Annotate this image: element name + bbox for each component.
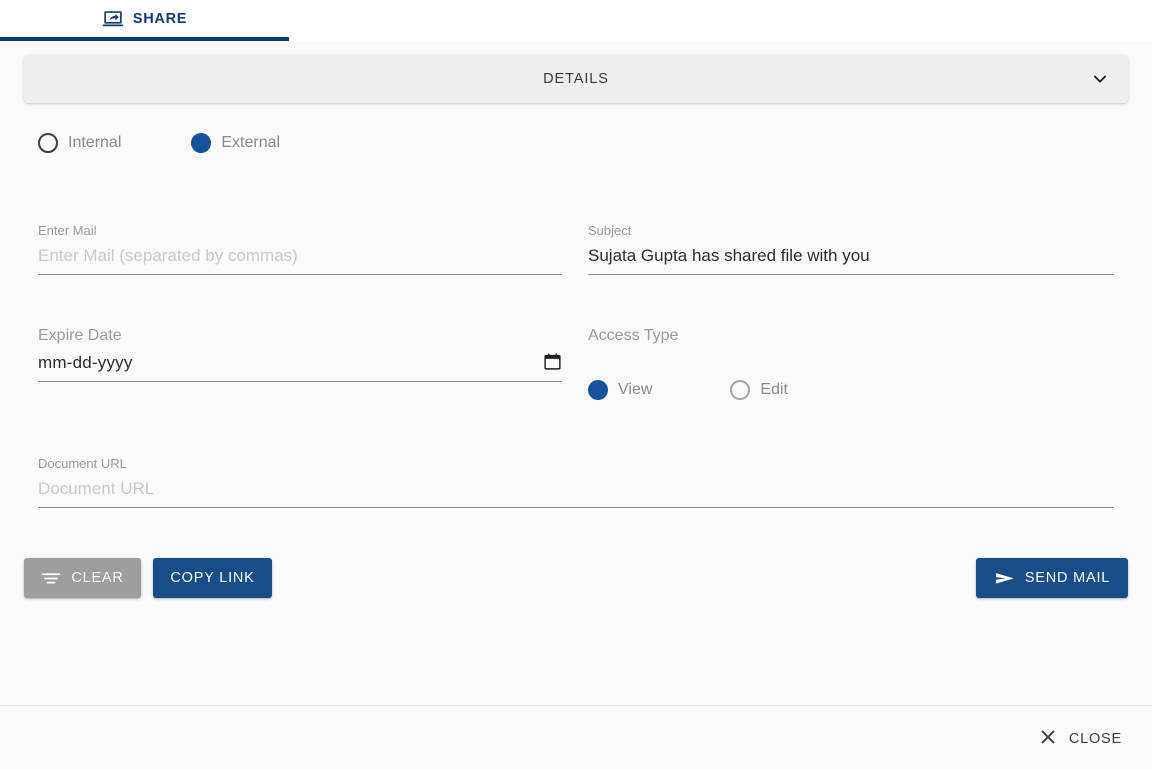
radio-view-indicator[interactable] [588, 380, 608, 400]
access-type-radio-group: View Edit [588, 380, 988, 400]
send-paper-plane-icon [994, 568, 1015, 589]
radio-edit-indicator[interactable] [730, 380, 751, 400]
footer-divider [0, 705, 1152, 706]
clear-button-label: CLEAR [71, 570, 124, 586]
clear-lines-icon [41, 572, 61, 585]
field-access-type: Access Type View Edit [588, 327, 988, 400]
radio-edit-label: Edit [760, 381, 788, 398]
radio-internal-indicator[interactable] [38, 133, 58, 153]
subject-label: Subject [588, 223, 632, 238]
radio-view[interactable]: View [588, 380, 652, 400]
close-button[interactable]: CLOSE [1033, 721, 1128, 757]
details-accordion-title: DETAILS [543, 71, 609, 87]
clear-button[interactable]: CLEAR [24, 558, 141, 598]
copy-link-button[interactable]: COPY LINK [153, 558, 272, 598]
radio-view-label: View [618, 381, 653, 398]
document-url-input[interactable] [38, 477, 1114, 508]
share-scope-radio-group: Internal External [38, 133, 280, 153]
radio-internal-label: Internal [68, 134, 122, 151]
close-button-label: CLOSE [1068, 731, 1122, 747]
radio-external[interactable]: External [191, 133, 280, 153]
access-type-label: Access Type [588, 327, 679, 344]
copy-link-button-label: COPY LINK [170, 570, 255, 586]
enter-mail-input[interactable] [38, 244, 562, 275]
tab-share-label: SHARE [132, 10, 188, 27]
tab-bar: SHARE [0, 0, 1152, 41]
field-subject: Subject [588, 223, 1114, 275]
share-dialog-body: DETAILS Internal External Enter Mail Sub… [0, 41, 1152, 769]
radio-external-label: External [221, 134, 281, 151]
expire-date-label: Expire Date [38, 327, 122, 344]
close-x-icon [1039, 728, 1057, 750]
field-enter-mail: Enter Mail [38, 223, 562, 275]
subject-input[interactable] [588, 244, 1114, 275]
send-mail-button[interactable]: SEND MAIL [976, 558, 1128, 598]
field-expire-date: Expire Date [38, 327, 562, 382]
tab-share[interactable]: SHARE [0, 0, 289, 37]
field-document-url: Document URL [38, 456, 1114, 508]
send-mail-button-label: SEND MAIL [1024, 570, 1111, 586]
expire-date-input[interactable] [38, 351, 562, 382]
radio-edit[interactable]: Edit [730, 380, 788, 400]
enter-mail-label: Enter Mail [38, 223, 97, 238]
radio-internal[interactable]: Internal [38, 133, 121, 153]
radio-external-indicator[interactable] [191, 133, 212, 153]
details-accordion-header[interactable]: DETAILS [24, 55, 1128, 103]
document-url-label: Document URL [38, 456, 127, 471]
chevron-down-icon[interactable] [1090, 69, 1110, 89]
screen-share-icon [102, 8, 124, 30]
